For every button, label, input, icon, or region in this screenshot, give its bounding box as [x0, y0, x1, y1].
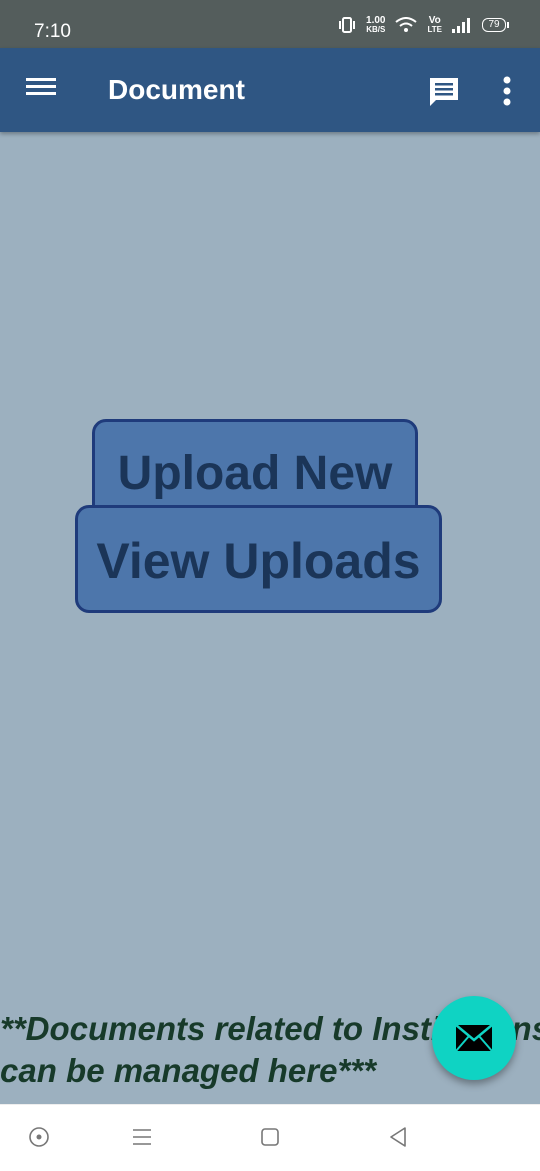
home-icon[interactable]: [258, 1125, 282, 1149]
net-speed-unit: KB/S: [366, 25, 386, 34]
signal-icon: [452, 18, 470, 33]
net-speed: 1.00 KB/S: [366, 15, 386, 35]
system-nav-bar: [0, 1104, 540, 1171]
app-bar: Document: [0, 48, 540, 132]
status-icons: 1.00 KB/S Vo LTE 79: [338, 14, 509, 36]
net-speed-value: 1.00: [366, 15, 386, 26]
volte-indicator: Vo LTE: [427, 15, 442, 35]
vibrate-icon: [339, 17, 356, 33]
assistant-dot-icon[interactable]: [27, 1125, 51, 1149]
view-uploads-button[interactable]: View Uploads: [75, 505, 442, 613]
battery-indicator: 79: [482, 18, 509, 32]
page-title: Document: [108, 74, 245, 105]
chat-icon[interactable]: [424, 72, 464, 112]
status-bar: 7:10 1.00 KB/S Vo LTE 79: [0, 0, 540, 48]
main-content: Upload New View Uploads **Documents rela…: [0, 132, 540, 1104]
mail-fab-button[interactable]: [432, 996, 516, 1080]
more-vert-icon[interactable]: [490, 74, 524, 108]
wifi-icon: [395, 17, 418, 32]
menu-icon[interactable]: [24, 74, 58, 106]
status-time: 7:10: [34, 21, 71, 42]
back-icon[interactable]: [386, 1125, 410, 1149]
volte-top: Vo: [428, 15, 441, 26]
recents-icon[interactable]: [130, 1125, 154, 1149]
volte-bottom: LTE: [427, 25, 442, 34]
mail-icon: [455, 1024, 493, 1052]
